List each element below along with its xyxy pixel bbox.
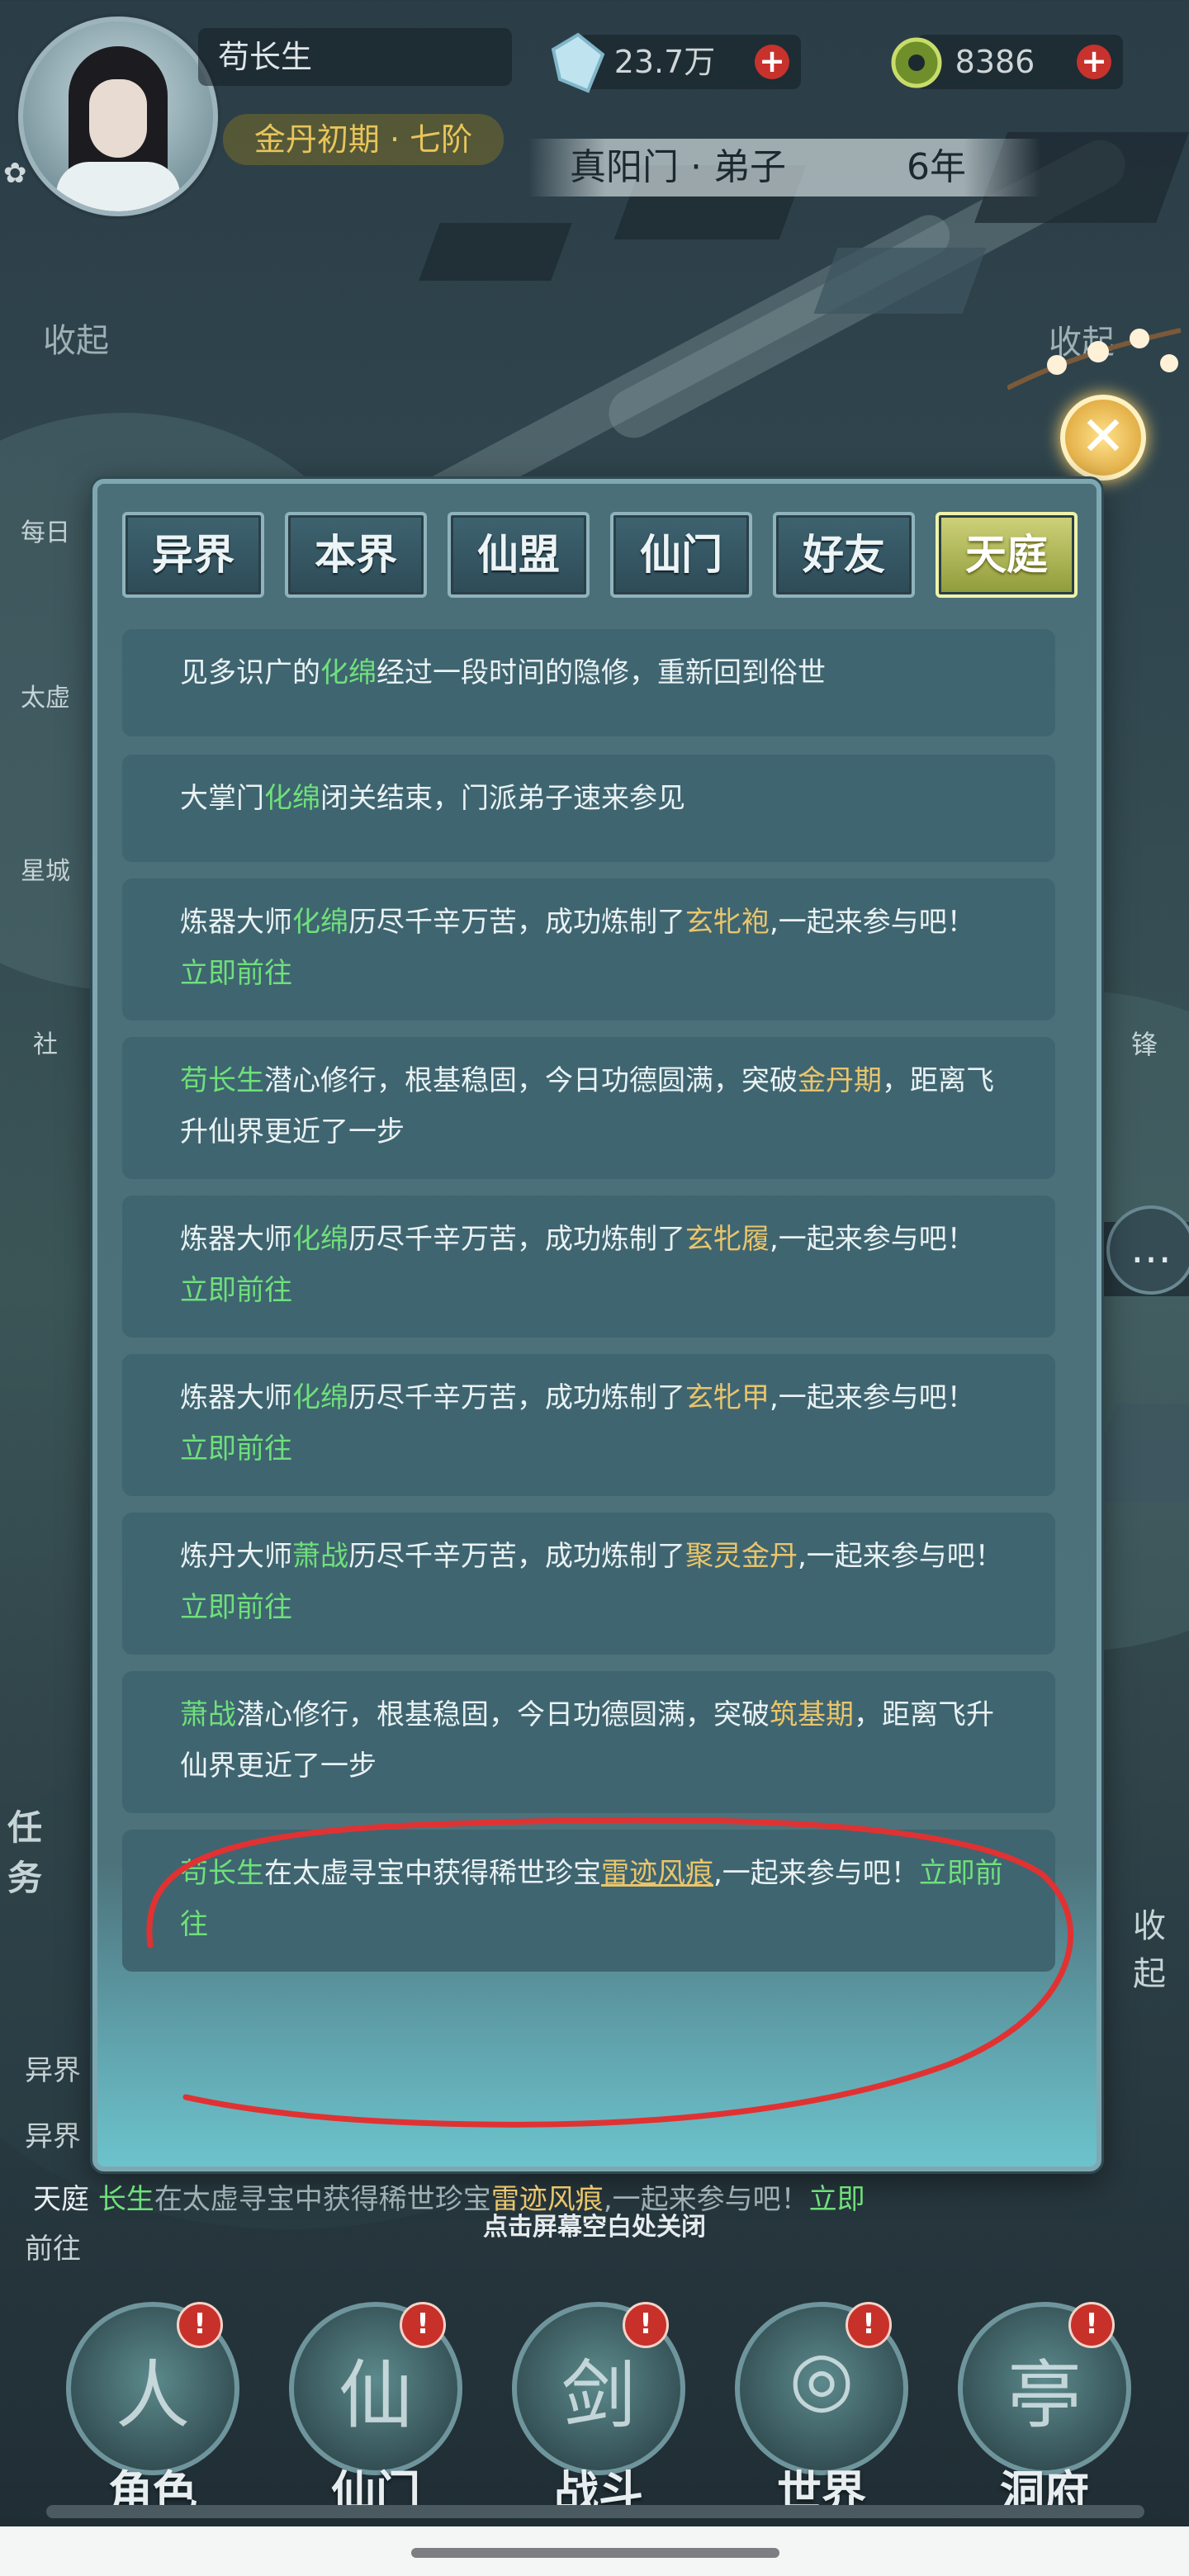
- nav-sect[interactable]: 仙 ! 仙门: [289, 2302, 462, 2518]
- alert-badge: !: [623, 2302, 669, 2348]
- world-icon: ◎: [789, 2335, 855, 2422]
- alert-badge: !: [846, 2302, 892, 2348]
- sword-icon: 剑: [561, 2352, 636, 2439]
- nav-world[interactable]: ◎ ! 世界: [735, 2302, 908, 2518]
- sect-icon: 仙: [339, 2352, 413, 2439]
- alert-badge: !: [177, 2302, 223, 2348]
- nav-cave-abode[interactable]: 亭 ! 洞府: [958, 2302, 1131, 2518]
- alert-badge: !: [1068, 2302, 1115, 2348]
- close-hint: 点击屏幕空白处关闭: [483, 2213, 706, 2242]
- bottom-scroll-bar: [46, 2505, 1144, 2518]
- home-gesture-bar[interactable]: [411, 2548, 779, 2558]
- nav-character[interactable]: 人 ! 角色: [66, 2302, 239, 2518]
- character-icon: 人: [116, 2352, 190, 2439]
- pavilion-icon: 亭: [1007, 2352, 1082, 2439]
- alert-badge: !: [400, 2302, 446, 2348]
- nav-battle[interactable]: 剑 ! 战斗: [512, 2302, 685, 2518]
